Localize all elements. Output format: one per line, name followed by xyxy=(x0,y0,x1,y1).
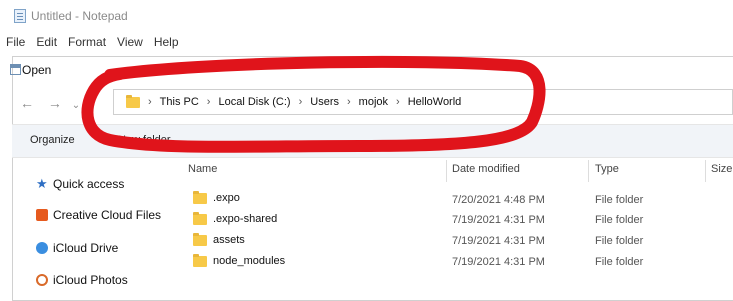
folder-icon xyxy=(126,94,140,108)
file-type: File folder xyxy=(595,214,644,226)
table-row[interactable]: node_modules xyxy=(193,253,286,267)
column-header-size[interactable]: Size xyxy=(711,163,732,175)
arrow-right-icon[interactable]: → xyxy=(48,95,62,111)
icloud-photos-icon xyxy=(36,274,48,286)
navigation-buttons: ← → ⌄ xyxy=(20,95,80,111)
new-folder-button[interactable]: New folder xyxy=(118,134,171,146)
folder-icon xyxy=(193,232,207,246)
breadcrumb-local-disk[interactable]: Local Disk (C:) xyxy=(218,96,290,108)
menu-file[interactable]: File xyxy=(0,35,30,51)
window-title: Untitled - Notepad xyxy=(31,9,128,23)
icloud-icon xyxy=(36,242,48,254)
organize-button[interactable]: Organize xyxy=(30,134,75,146)
breadcrumb: › This PC › Local Disk (C:) › Users › mo… xyxy=(126,94,462,108)
breadcrumb-mojok[interactable]: mojok xyxy=(359,96,388,108)
menu-view[interactable]: View xyxy=(111,35,148,51)
column-divider[interactable] xyxy=(705,160,706,182)
breadcrumb-helloworld[interactable]: HelloWorld xyxy=(408,96,462,108)
menu-format[interactable]: Format xyxy=(62,35,111,51)
sidebar-item-icloud-photos[interactable]: iCloud Photos xyxy=(36,273,128,287)
file-name: .expo xyxy=(213,192,240,204)
sidebar-item-label: Creative Cloud Files xyxy=(53,208,162,222)
sidebar-item-quick-access[interactable]: ★ Quick access xyxy=(36,177,124,191)
file-type: File folder xyxy=(595,235,644,247)
menu-bar: File Edit Format View Help xyxy=(0,35,184,51)
breadcrumb-separator-icon[interactable]: › xyxy=(207,96,211,108)
arrow-left-icon[interactable]: ← xyxy=(20,95,34,111)
column-header-name[interactable]: Name xyxy=(188,163,217,175)
sidebar-item-label: Quick access xyxy=(53,177,125,191)
dialog-icon xyxy=(10,64,21,75)
folder-icon xyxy=(193,211,207,225)
sidebar-item-label: iCloud Photos xyxy=(53,273,128,287)
file-date: 7/20/2021 4:48 PM xyxy=(452,194,545,206)
notepad-icon xyxy=(14,9,26,23)
file-date: 7/19/2021 4:31 PM xyxy=(452,256,545,268)
column-divider[interactable] xyxy=(446,160,447,182)
menu-help[interactable]: Help xyxy=(148,35,184,51)
dialog-title: Open xyxy=(22,63,52,77)
sidebar-item-label: iCloud Drive xyxy=(53,241,119,255)
breadcrumb-separator-icon[interactable]: › xyxy=(396,96,400,108)
table-row[interactable]: assets xyxy=(193,232,245,246)
creative-cloud-icon xyxy=(36,209,48,221)
file-name: .expo-shared xyxy=(213,213,278,225)
file-date: 7/19/2021 4:31 PM xyxy=(452,235,545,247)
file-type: File folder xyxy=(595,194,644,206)
breadcrumb-separator-icon[interactable]: › xyxy=(299,96,303,108)
table-row[interactable]: .expo xyxy=(193,190,240,204)
file-date: 7/19/2021 4:31 PM xyxy=(452,214,545,226)
breadcrumb-this-pc[interactable]: This PC xyxy=(160,96,199,108)
table-row[interactable]: .expo-shared xyxy=(193,211,278,225)
column-header-date[interactable]: Date modified xyxy=(452,163,520,175)
folder-icon xyxy=(193,253,207,267)
chevron-down-icon[interactable]: ⌄ xyxy=(72,100,80,111)
sidebar-item-icloud-drive[interactable]: iCloud Drive xyxy=(36,241,118,255)
folder-icon xyxy=(193,190,207,204)
breadcrumb-separator-icon[interactable]: › xyxy=(347,96,351,108)
breadcrumb-separator-icon[interactable]: › xyxy=(148,96,152,108)
file-name: assets xyxy=(213,234,245,246)
star-icon: ★ xyxy=(36,176,48,191)
file-name: node_modules xyxy=(213,255,286,267)
file-type: File folder xyxy=(595,256,644,268)
menu-edit[interactable]: Edit xyxy=(30,35,62,51)
column-divider[interactable] xyxy=(588,160,589,182)
breadcrumb-users[interactable]: Users xyxy=(310,96,339,108)
column-header-type[interactable]: Type xyxy=(595,163,619,175)
sidebar-item-creative-cloud[interactable]: Creative Cloud Files xyxy=(36,208,161,222)
